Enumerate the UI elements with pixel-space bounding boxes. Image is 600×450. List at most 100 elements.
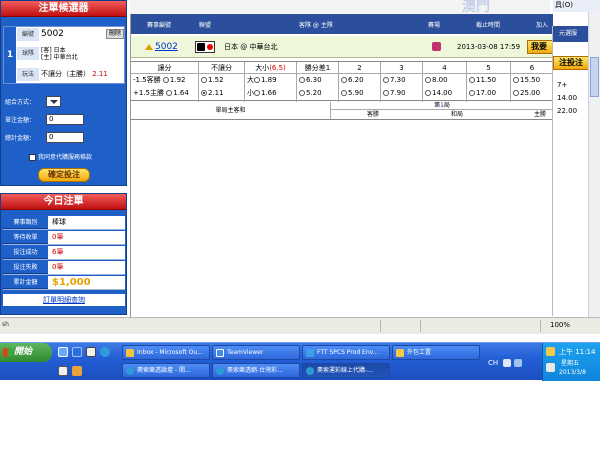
odds-radio[interactable]: [341, 77, 347, 83]
taskbar-item-active[interactable]: 奧索運彩線上代購-...: [302, 363, 390, 378]
ie-icon: [126, 367, 134, 375]
single-amount-label: 單注金額：: [5, 117, 36, 124]
remote-desktop-icon: [306, 349, 314, 357]
today-orders-title: 今日注單: [1, 194, 126, 210]
order-detail-link[interactable]: 訂單明細查詢: [3, 294, 125, 306]
combo-select[interactable]: [46, 96, 61, 107]
odds-value: 8.00: [432, 76, 448, 84]
odds-radio[interactable]: [513, 90, 519, 96]
right-panel-head: 元選服: [553, 26, 588, 42]
match-no-link[interactable]: 5002: [155, 42, 178, 52]
odds-value: 25.00: [520, 89, 541, 97]
windows-taskbar: 開始 Inbox - Microsoft Ou... TeamViewer FT…: [0, 342, 600, 381]
odds-radio[interactable]: [469, 77, 475, 83]
status-text: sh: [2, 321, 9, 328]
clock-weekday: 星期五: [561, 360, 580, 367]
system-tray: 上午 11:14 星期五 2013/3/8: [542, 343, 600, 381]
odds-radio[interactable]: [166, 90, 173, 96]
zoom-level[interactable]: 100%: [550, 321, 570, 329]
odds-radio[interactable]: [299, 90, 305, 96]
start-label: 開始: [14, 347, 33, 357]
clock-date: 2013/3/8: [559, 369, 586, 376]
odds-value: 5.90: [348, 89, 364, 97]
combo-label: 組合方式：: [5, 99, 36, 106]
pen-icon[interactable]: [514, 359, 522, 367]
ime-indicator[interactable]: CH: [488, 359, 498, 367]
odds-radio[interactable]: [383, 77, 389, 83]
taskbar-item[interactable]: Inbox - Microsoft Ou...: [122, 345, 210, 360]
odds-radio[interactable]: [425, 77, 431, 83]
vertical-scrollbar[interactable]: [588, 12, 600, 317]
slip-label-play: 玩法: [17, 68, 39, 81]
odds-cell: 2.11: [199, 87, 244, 100]
keyboard-icon[interactable]: [503, 359, 511, 367]
odds-radio-selected[interactable]: [201, 90, 207, 96]
odds-head: 讓分: [131, 62, 198, 74]
odds-col-handicap: 讓分 -1.5客勝 1.92 +1.5主勝 1.64: [131, 62, 199, 102]
total-amount-input[interactable]: 0: [46, 132, 84, 143]
expand-triangle-icon[interactable]: [145, 44, 153, 50]
quicklaunch-icon[interactable]: [72, 366, 82, 376]
odds-option-label: 小: [247, 89, 254, 97]
inning-suffix: 局: [443, 102, 450, 109]
ie-tools-menu[interactable]: 具(O): [553, 0, 600, 12]
odds-value: 1.64: [173, 89, 189, 97]
venue-icon: [432, 42, 441, 51]
start-button[interactable]: 開始: [0, 343, 52, 362]
odds-value: 6.30: [306, 76, 322, 84]
taskbar-item[interactable]: 奧索樂透論壇 - 開...: [122, 363, 210, 378]
odds-radio[interactable]: [425, 90, 431, 96]
odds-radio[interactable]: [383, 90, 389, 96]
add-bet-button[interactable]: 我要: [527, 40, 553, 54]
tray-icon[interactable]: [546, 347, 555, 356]
single-inning-summary: 單局主客和 第1局 客勝 和局 主勝: [131, 102, 553, 119]
show-desktop-icon[interactable]: [58, 347, 68, 357]
odds-radio[interactable]: [254, 77, 260, 83]
odds-radio[interactable]: [513, 77, 519, 83]
slip-row-play: 玩法 不讓分（主勝） 2.11: [17, 68, 125, 82]
bet-slip-entry: 1 編號 5002 刪除 球隊 [客] 日本 [主] 中華台北 玩法 不讓分（主…: [3, 26, 125, 84]
status-pane-divider: [420, 320, 421, 332]
odds-radio[interactable]: [341, 90, 347, 96]
folder-icon: [396, 349, 404, 357]
odds-head: 4: [423, 62, 466, 74]
proxy-agree-checkbox[interactable]: [29, 154, 36, 161]
single-amount-input[interactable]: 0: [46, 114, 84, 125]
tray-icon[interactable]: [546, 363, 555, 372]
odds-radio[interactable]: [254, 90, 260, 96]
slip-row-teams: 球隊 [客] 日本 [主] 中華台北: [17, 47, 125, 61]
clock-time[interactable]: 上午 11:14: [559, 347, 595, 357]
taskbar-item[interactable]: TeamViewer: [212, 345, 300, 360]
folder-quicklaunch-icon[interactable]: [58, 366, 68, 376]
taskbar-item[interactable]: 奧索樂透網-台灣彩...: [212, 363, 300, 378]
bet-index: 1: [4, 27, 16, 83]
taskbar-item-label: FTT SPCS Prod Env...: [317, 349, 379, 356]
odds-radio[interactable]: [299, 77, 305, 83]
left-panel: 注單候選器 1 編號 5002 刪除 球隊 [客] 日本 [主] 中華台北 玩法…: [0, 0, 127, 315]
odds-radio[interactable]: [162, 77, 169, 83]
right-bet-button[interactable]: 注投注: [553, 56, 589, 70]
odds-cell: -1.5客勝 1.92: [131, 74, 198, 87]
odds-cell: 25.00: [511, 87, 553, 100]
odds-cell: 小 1.66: [245, 87, 296, 100]
scrollbar-thumb[interactable]: [590, 57, 599, 97]
status-pane-divider: [380, 320, 381, 332]
table-header: 賽事編號 聯盟 客隊 @ 主隊 賽場 截止時間 加入: [131, 14, 553, 34]
odds-radio[interactable]: [469, 90, 475, 96]
browser-status-bar: sh 100%: [0, 317, 600, 334]
odds-col-margin: 6 15.50 25.00: [511, 62, 553, 102]
odds-radio[interactable]: [201, 77, 207, 83]
ie-icon: [306, 367, 314, 375]
today-label: 投注成功: [3, 246, 48, 259]
confirm-bet-button[interactable]: 確定投注: [38, 168, 90, 182]
ie-quicklaunch-icon[interactable]: [72, 347, 82, 357]
media-quicklaunch-icon[interactable]: [86, 347, 96, 357]
odds-cell: 1.52: [199, 74, 244, 87]
delete-button[interactable]: 刪除: [105, 29, 124, 39]
taskbar-item[interactable]: 外包工置: [392, 345, 480, 360]
today-value: 棒球: [52, 218, 66, 226]
today-row: 累計金額 $1,000: [3, 276, 125, 290]
today-label: 等待收單: [3, 231, 48, 244]
taskbar-item[interactable]: FTT SPCS Prod Env...: [302, 345, 390, 360]
ie-icon[interactable]: [100, 347, 110, 357]
